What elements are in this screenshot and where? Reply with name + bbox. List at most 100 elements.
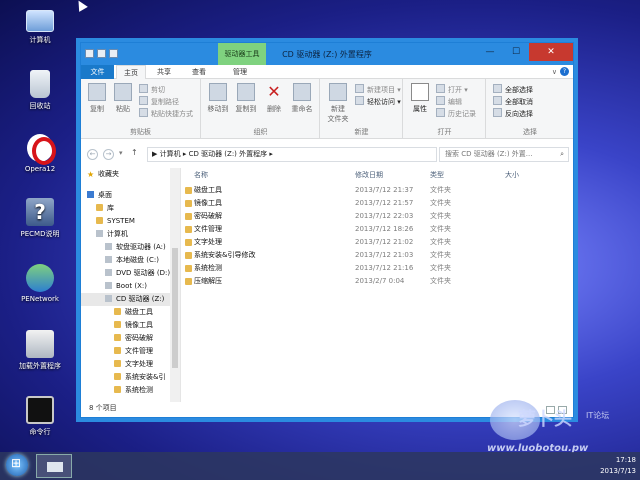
nav-item-label: 本地磁盘 (C:) — [116, 256, 159, 264]
tab-view[interactable]: 查看 — [185, 65, 213, 79]
file-row[interactable]: 系统检测 2013/7/12 21:16 文件夹 — [182, 262, 573, 275]
back-button[interactable]: ← — [87, 149, 98, 160]
title-bar[interactable]: 驱动器工具 CD 驱动器 (Z:) 外置程序 — ☐ ✕ — [81, 43, 573, 65]
nav-item[interactable]: 软盘驱动器 (A:) — [81, 241, 180, 254]
up-button[interactable]: ↑ — [131, 148, 138, 157]
file-type: 文件夹 — [430, 264, 451, 272]
file-name: 压缩解压 — [194, 277, 222, 285]
easy-access-button[interactable]: 轻松访问 ▾ — [355, 96, 401, 107]
file-type: 文件夹 — [430, 199, 451, 207]
new-item-button[interactable]: 新建项目 ▾ — [355, 84, 401, 95]
folder-icon — [114, 373, 121, 380]
nav-item[interactable]: CD 驱动器 (Z:) — [81, 293, 180, 306]
file-date: 2013/7/12 21:03 — [355, 251, 414, 259]
nav-item[interactable]: 计算机 — [81, 228, 180, 241]
desktop-icon-label: PENetwork — [21, 295, 59, 303]
tab-file[interactable]: 文件 — [81, 65, 114, 79]
file-row[interactable]: 磁盘工具 2013/7/12 21:37 文件夹 — [182, 184, 573, 197]
minimize-button[interactable]: — — [477, 43, 503, 61]
help-icon[interactable]: ? — [560, 67, 569, 76]
move-to-button[interactable]: 移动到 — [206, 83, 230, 114]
nav-item[interactable]: 库 — [81, 202, 180, 215]
nav-item[interactable]: ★ 收藏夹 — [81, 168, 180, 181]
file-row[interactable]: 文件管理 2013/7/12 18:26 文件夹 — [182, 223, 573, 236]
help-icon: ? — [26, 198, 54, 226]
close-button[interactable]: ✕ — [529, 43, 573, 61]
select-none-button[interactable]: 全部取消 — [493, 96, 533, 107]
properties-button[interactable]: 属性 — [408, 83, 432, 114]
desktop-icon-load-program[interactable]: 加载外置程序 — [10, 330, 70, 371]
address-bar-row: ← → ▾ ↑ ▶ 计算机 ▸ CD 驱动器 (Z:) 外置程序 ▸ 搜索 CD… — [81, 144, 573, 166]
delete-button[interactable]: ✕ 删除 — [262, 83, 286, 114]
nav-scrollbar[interactable] — [170, 168, 180, 402]
file-name: 系统检测 — [194, 264, 222, 272]
desktop-icon-computer[interactable]: 计算机 — [10, 6, 70, 45]
desktop-icon-cmd[interactable]: 命令行 — [10, 396, 70, 437]
nav-item[interactable]: 文字处理 — [81, 358, 180, 371]
start-button[interactable] — [6, 454, 28, 476]
copy-to-button[interactable]: 复制到 — [234, 83, 258, 114]
maximize-button[interactable]: ☐ — [503, 43, 529, 61]
file-list: 名称 修改日期 类型 大小 磁盘工具 2013/7/12 21:37 文件夹 镜像工具… — [182, 168, 573, 402]
cut-button[interactable]: 剪切 — [139, 84, 165, 95]
open-button[interactable]: 打开 ▾ — [436, 84, 468, 95]
column-type[interactable]: 类型 — [430, 170, 444, 180]
select-all-button[interactable]: 全部选择 — [493, 84, 533, 95]
tab-home[interactable]: 主页 — [116, 65, 146, 79]
desktop-icon-opera[interactable]: Opera12 — [10, 134, 70, 173]
recent-dropdown-icon[interactable]: ▾ — [119, 149, 123, 157]
paste-shortcut-button[interactable]: 粘贴快捷方式 — [139, 108, 193, 119]
column-date[interactable]: 修改日期 — [355, 170, 383, 180]
folder-icon — [114, 321, 121, 328]
tab-manage[interactable]: 管理 — [225, 65, 255, 79]
nav-item[interactable]: 本地磁盘 (C:) — [81, 254, 180, 267]
clock[interactable]: 17:18 2013/7/13 — [600, 452, 636, 477]
drive-icon — [105, 269, 112, 276]
ribbon-tabs: 文件 主页 共享 查看 管理 ∨ ? — [81, 65, 573, 79]
collapse-ribbon-icon[interactable]: ∨ — [552, 68, 557, 76]
copy-button[interactable]: 复制 — [85, 83, 109, 114]
history-button[interactable]: 历史记录 — [436, 108, 476, 119]
nav-item-label: 密码破解 — [125, 334, 153, 342]
new-folder-button[interactable]: 新建 文件夹 — [325, 83, 351, 124]
file-row[interactable]: 系统安装&引导修改 2013/7/12 21:03 文件夹 — [182, 249, 573, 262]
nav-item-label: 磁盘工具 — [125, 308, 153, 316]
file-row[interactable]: 密码破解 2013/7/12 22:03 文件夹 — [182, 210, 573, 223]
rename-button[interactable]: 重命名 — [290, 83, 314, 114]
file-row[interactable]: 压缩解压 2013/2/7 0:04 文件夹 — [182, 275, 573, 288]
file-name: 文字处理 — [194, 238, 222, 246]
nav-item[interactable]: 磁盘工具 — [81, 306, 180, 319]
nav-item[interactable]: 系统安装&引 — [81, 371, 180, 384]
tab-share[interactable]: 共享 — [150, 65, 178, 79]
file-row[interactable]: 镜像工具 2013/7/12 21:57 文件夹 — [182, 197, 573, 210]
paste-icon — [114, 83, 132, 101]
address-bar[interactable]: ▶ 计算机 ▸ CD 驱动器 (Z:) 外置程序 ▸ — [147, 147, 437, 162]
nav-item[interactable]: Boot (X:) — [81, 280, 180, 293]
file-date: 2013/7/12 22:03 — [355, 212, 414, 220]
nav-item[interactable]: DVD 驱动器 (D:) — [81, 267, 180, 280]
edit-button[interactable]: 编辑 — [436, 96, 462, 107]
nav-item[interactable]: 文件管理 — [81, 345, 180, 358]
folder-icon — [185, 200, 192, 207]
desktop-icon-help[interactable]: ? PECMD说明 — [10, 198, 70, 239]
nav-item-label: 软盘驱动器 (A:) — [116, 243, 166, 251]
new-folder-icon — [329, 83, 347, 101]
nav-item[interactable]: SYSTEM — [81, 215, 180, 228]
nav-item[interactable]: 镜像工具 — [81, 319, 180, 332]
column-name[interactable]: 名称 — [194, 170, 208, 180]
column-size[interactable]: 大小 — [505, 170, 519, 180]
copy-path-button[interactable]: 复制路径 — [139, 96, 179, 107]
nav-item[interactable]: 系统检测 — [81, 384, 180, 397]
explorer-taskbar-button[interactable] — [36, 454, 72, 478]
file-date: 2013/7/12 21:37 — [355, 186, 414, 194]
invert-selection-button[interactable]: 反向选择 — [493, 108, 533, 119]
file-row[interactable]: 文字处理 2013/7/12 21:02 文件夹 — [182, 236, 573, 249]
search-input[interactable]: 搜索 CD 驱动器 (Z:) 外置... ⌕ — [439, 147, 569, 162]
nav-item[interactable]: 桌面 — [81, 189, 180, 202]
desktop-icon-network[interactable]: PENetwork — [10, 264, 70, 303]
desktop-icon-recycle-bin[interactable]: 回收站 — [10, 70, 70, 111]
nav-scrollbar-thumb[interactable] — [172, 248, 178, 368]
nav-item[interactable]: 密码破解 — [81, 332, 180, 345]
forward-button[interactable]: → — [103, 149, 114, 160]
paste-button[interactable]: 粘贴 — [111, 83, 135, 114]
